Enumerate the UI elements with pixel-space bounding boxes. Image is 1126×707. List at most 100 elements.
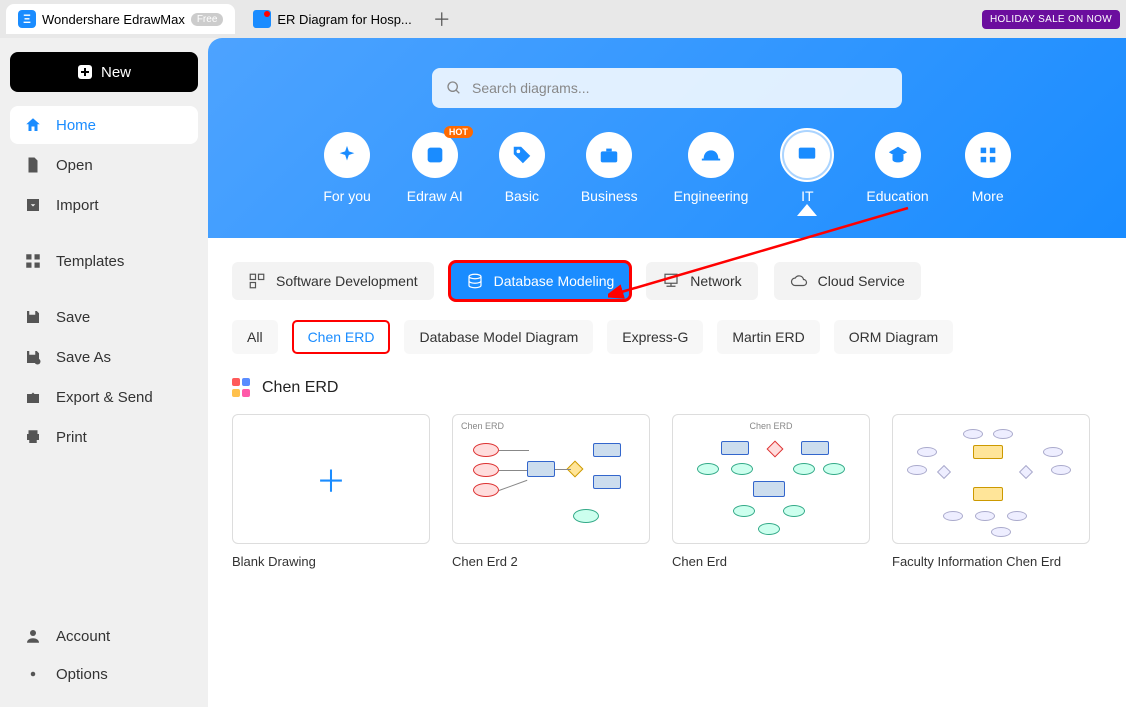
filter-all[interactable]: All — [232, 320, 278, 354]
template-chen-erd-2[interactable]: Chen ERD Chen Erd 2 — [452, 414, 650, 569]
app-tab-edrawmax[interactable]: Ξ Wondershare EdrawMax Free — [6, 4, 235, 34]
template-thumbnail: Chen ERD — [672, 414, 870, 544]
category-business[interactable]: Business — [581, 132, 638, 204]
hot-badge: HOT — [444, 126, 473, 138]
templates-icon — [24, 252, 42, 270]
category-label: Edraw AI — [407, 188, 463, 204]
database-icon — [466, 272, 484, 290]
template-thumbnail — [892, 414, 1090, 544]
cloud-icon — [790, 272, 808, 290]
selected-pointer-icon — [797, 204, 817, 216]
content-area: For you HOT Edraw AI Basic Business — [208, 38, 1126, 707]
new-tab-button[interactable]: ＋ — [430, 7, 454, 31]
filter-database-model-diagram[interactable]: Database Model Diagram — [404, 320, 593, 354]
sidebar-item-import[interactable]: Import — [10, 186, 198, 224]
save-icon — [24, 308, 42, 326]
account-icon — [24, 627, 42, 645]
sidebar-item-account[interactable]: Account — [10, 617, 198, 655]
sidebar-item-templates[interactable]: Templates — [10, 242, 198, 280]
template-name: Faculty Information Chen Erd — [892, 554, 1090, 569]
sidebar-item-label: Save — [56, 309, 90, 326]
category-it[interactable]: IT — [784, 132, 830, 204]
template-name: Chen Erd 2 — [452, 554, 650, 569]
sub-tab-database-modeling[interactable]: Database Modeling — [450, 262, 631, 300]
category-row: For you HOT Edraw AI Basic Business — [208, 132, 1126, 204]
tab-title: Wondershare EdrawMax — [42, 12, 185, 27]
document-tab-er-diagram[interactable]: ER Diagram for Hosp... — [241, 4, 423, 34]
sidebar-item-label: Account — [56, 628, 110, 645]
tab-title: ER Diagram for Hosp... — [277, 12, 411, 27]
section-heading: Chen ERD — [232, 378, 1102, 398]
category-basic[interactable]: Basic — [499, 132, 545, 204]
sidebar-item-export-send[interactable]: Export & Send — [10, 378, 198, 416]
category-label: For you — [323, 188, 370, 204]
sub-tab-cloud-service[interactable]: Cloud Service — [774, 262, 921, 300]
sidebar-item-label: Home — [56, 117, 96, 134]
grid-icon — [977, 144, 999, 166]
template-blank-drawing[interactable]: ＋ Blank Drawing — [232, 414, 430, 569]
category-label: More — [972, 188, 1004, 204]
home-icon — [24, 116, 42, 134]
filter-orm-diagram[interactable]: ORM Diagram — [834, 320, 953, 354]
save-as-icon — [24, 348, 42, 366]
sidebar-item-open[interactable]: Open — [10, 146, 198, 184]
holiday-sale-button[interactable]: HOLIDAY SALE ON NOW — [982, 10, 1120, 29]
filter-express-g[interactable]: Express-G — [607, 320, 703, 354]
category-label: IT — [801, 188, 813, 204]
search-box[interactable] — [432, 68, 902, 108]
filter-chen-erd[interactable]: Chen ERD — [292, 320, 391, 354]
sidebar-item-save-as[interactable]: Save As — [10, 338, 198, 376]
category-for-you[interactable]: For you — [323, 132, 370, 204]
sub-tab-label: Network — [690, 273, 741, 289]
templates-panel: Software Development Database Modeling N… — [208, 238, 1126, 579]
network-icon — [662, 272, 680, 290]
search-icon — [446, 80, 462, 96]
category-engineering[interactable]: Engineering — [674, 132, 749, 204]
sidebar-item-options[interactable]: Options — [10, 655, 198, 693]
plus-box-icon — [77, 64, 93, 80]
sidebar-item-label: Open — [56, 157, 93, 174]
sidebar: New Home Open Import Templates Save Save… — [0, 38, 208, 707]
template-faculty-information[interactable]: Faculty Information Chen Erd — [892, 414, 1090, 569]
sub-tab-software-development[interactable]: Software Development — [232, 262, 434, 300]
file-icon — [24, 156, 42, 174]
sub-tab-row: Software Development Database Modeling N… — [232, 262, 1102, 300]
filter-martin-erd[interactable]: Martin ERD — [717, 320, 819, 354]
titlebar-tabs: Ξ Wondershare EdrawMax Free ER Diagram f… — [0, 0, 1126, 38]
filter-row: All Chen ERD Database Model Diagram Expr… — [232, 320, 1102, 354]
sidebar-item-label: Print — [56, 429, 87, 446]
sub-tab-label: Cloud Service — [818, 273, 905, 289]
sub-tab-label: Database Modeling — [494, 273, 615, 289]
briefcase-icon — [598, 144, 620, 166]
category-label: Engineering — [674, 188, 749, 204]
category-edraw-ai[interactable]: HOT Edraw AI — [407, 132, 463, 204]
new-button[interactable]: New — [10, 52, 198, 92]
sidebar-item-label: Templates — [56, 253, 124, 270]
template-name: Chen Erd — [672, 554, 870, 569]
sidebar-item-label: Export & Send — [56, 389, 153, 406]
sidebar-item-print[interactable]: Print — [10, 418, 198, 456]
section-title-text: Chen ERD — [262, 379, 338, 397]
hardhat-icon — [700, 144, 722, 166]
sub-tab-network[interactable]: Network — [646, 262, 757, 300]
sub-tab-label: Software Development — [276, 273, 418, 289]
category-education[interactable]: Education — [866, 132, 928, 204]
search-input[interactable] — [472, 80, 888, 96]
gear-icon — [24, 665, 42, 683]
sidebar-item-save[interactable]: Save — [10, 298, 198, 336]
ai-icon — [424, 144, 446, 166]
graduation-icon — [887, 144, 909, 166]
category-label: Basic — [505, 188, 539, 204]
template-grid: ＋ Blank Drawing Chen ERD — [232, 414, 1102, 569]
print-icon — [24, 428, 42, 446]
monitor-icon — [796, 144, 818, 166]
sidebar-item-home[interactable]: Home — [10, 106, 198, 144]
free-badge: Free — [191, 13, 224, 26]
template-chen-erd[interactable]: Chen ERD Chen Erd — [672, 414, 870, 569]
sidebar-item-label: Save As — [56, 349, 111, 366]
app-logo-icon: Ξ — [18, 10, 36, 28]
category-more[interactable]: More — [965, 132, 1011, 204]
export-icon — [24, 388, 42, 406]
section-color-icon — [232, 378, 252, 398]
import-icon — [24, 196, 42, 214]
